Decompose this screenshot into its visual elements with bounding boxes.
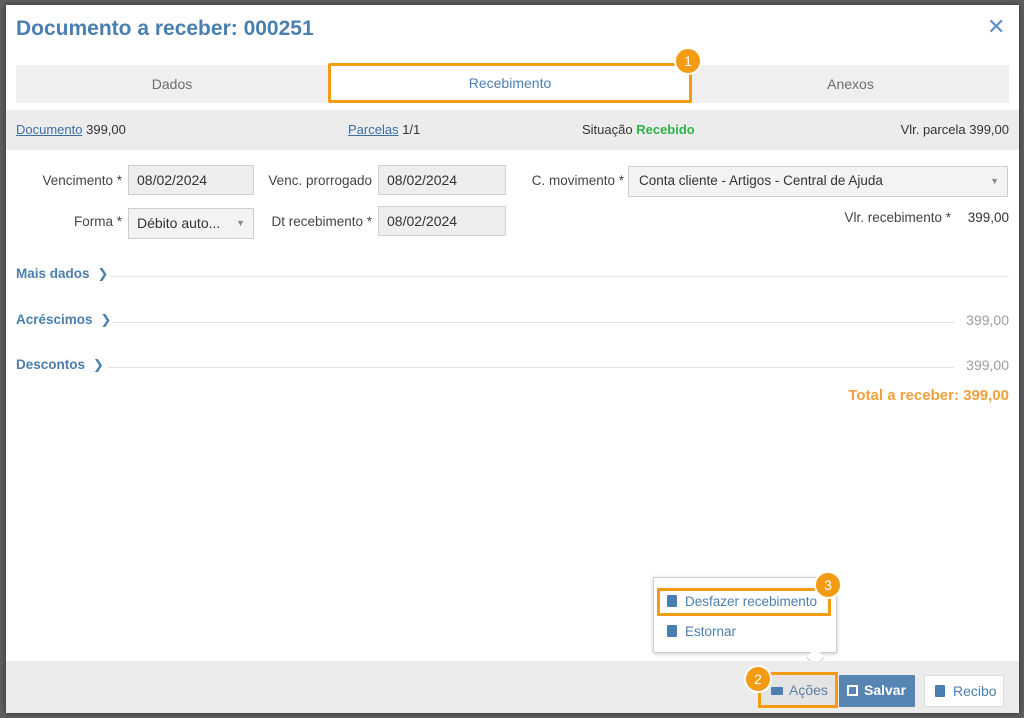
tab-dados[interactable]: Dados <box>16 65 328 103</box>
acrescimos-value: 399,00 <box>966 312 1009 328</box>
section-divider <box>110 276 1009 277</box>
chevron-down-icon: ▼ <box>236 218 245 228</box>
acoes-icon <box>771 687 783 696</box>
descontos-toggle[interactable]: Descontos ❯ <box>16 357 104 373</box>
salvar-label: Salvar <box>864 682 907 698</box>
tab-bar: Dados Recebimento Anexos <box>16 63 1009 103</box>
c-movimento-label: C. movimento * <box>531 173 624 188</box>
desfazer-label: Desfazer recebimento <box>685 594 818 609</box>
document-icon <box>667 625 677 638</box>
tab-anexos[interactable]: Anexos <box>692 65 1009 103</box>
salvar-button[interactable]: Salvar <box>839 675 915 707</box>
receivable-document-modal: Documento a receber: 000251 ✕ Dados Rece… <box>6 5 1019 713</box>
situacao-label: Situação <box>582 122 633 137</box>
descontos-value: 399,00 <box>966 357 1009 373</box>
acrescimos-label: Acréscimos <box>16 312 93 327</box>
dt-recebimento-label: Dt recebimento * <box>271 214 372 229</box>
vlr-recebimento-value: 399,00 <box>967 210 1009 225</box>
section-divider <box>112 322 954 323</box>
vlr-parcela-value: 399,00 <box>969 122 1009 137</box>
estornar-label: Estornar <box>685 624 737 639</box>
status-badge: Recebido <box>636 122 695 137</box>
documento-value: 399,00 <box>86 122 126 137</box>
recibo-button[interactable]: Recibo <box>924 675 1004 707</box>
forma-label: Forma * <box>73 214 122 229</box>
menu-item-estornar[interactable]: Estornar <box>657 618 831 646</box>
dt-recebimento-field[interactable]: 08/02/2024 <box>378 206 506 236</box>
summary-parcelas: Parcelas 1/1 <box>348 122 420 137</box>
modal-footer: Ações Salvar Recibo <box>6 661 1019 713</box>
summary-vlr-parcela: Vlr. parcela 399,00 <box>901 122 1009 137</box>
forma-select[interactable]: Débito auto... ▼ <box>128 208 254 239</box>
vencimento-field[interactable]: 08/02/2024 <box>128 165 254 195</box>
c-movimento-select[interactable]: Conta cliente - Artigos - Central de Aju… <box>628 166 1008 197</box>
tab-recebimento[interactable]: Recebimento <box>328 63 692 103</box>
step-badge-3: 3 <box>814 571 842 599</box>
c-movimento-value: Conta cliente - Artigos - Central de Aju… <box>639 173 883 188</box>
summary-situacao: Situação Recebido <box>582 122 695 137</box>
parcelas-link[interactable]: Parcelas <box>348 122 399 137</box>
mais-dados-label: Mais dados <box>16 266 90 281</box>
vencimento-label: Vencimento * <box>42 173 122 188</box>
venc-prorrogado-field[interactable]: 08/02/2024 <box>378 165 506 195</box>
documento-link[interactable]: Documento <box>16 122 82 137</box>
acoes-label: Ações <box>789 682 828 698</box>
total-a-receber: Total a receber: 399,00 <box>848 387 1009 404</box>
summary-documento: Documento 399,00 <box>16 122 126 137</box>
save-icon <box>847 684 858 696</box>
document-icon <box>667 595 677 608</box>
descontos-label: Descontos <box>16 357 86 372</box>
chevron-right-icon: ❯ <box>93 357 104 372</box>
document-icon <box>935 685 945 698</box>
modal-title: Documento a receber: 000251 <box>16 17 314 40</box>
vlr-parcela-label: Vlr. parcela <box>900 122 966 137</box>
recibo-label: Recibo <box>953 683 997 699</box>
actions-menu: Desfazer recebimento Estornar <box>653 577 837 667</box>
chevron-right-icon: ❯ <box>100 312 112 327</box>
menu-item-desfazer-recebimento[interactable]: Desfazer recebimento <box>657 588 831 616</box>
mais-dados-toggle[interactable]: Mais dados ❯ <box>16 266 108 282</box>
parcelas-value: 1/1 <box>402 122 421 137</box>
acrescimos-toggle[interactable]: Acréscimos ❯ <box>16 312 111 328</box>
step-badge-2: 2 <box>744 665 772 693</box>
summary-bar: Documento 399,00 Parcelas 1/1 Situação R… <box>6 110 1019 150</box>
chevron-down-icon: ▼ <box>990 176 999 186</box>
vlr-recebimento-label: Vlr. recebimento * <box>844 210 951 225</box>
venc-prorrogado-label: Venc. prorrogado <box>268 173 372 188</box>
close-icon[interactable]: ✕ <box>987 16 1005 38</box>
forma-value: Débito auto... <box>137 215 221 231</box>
chevron-right-icon: ❯ <box>97 266 109 281</box>
section-divider <box>108 367 954 368</box>
step-badge-1: 1 <box>674 47 702 75</box>
